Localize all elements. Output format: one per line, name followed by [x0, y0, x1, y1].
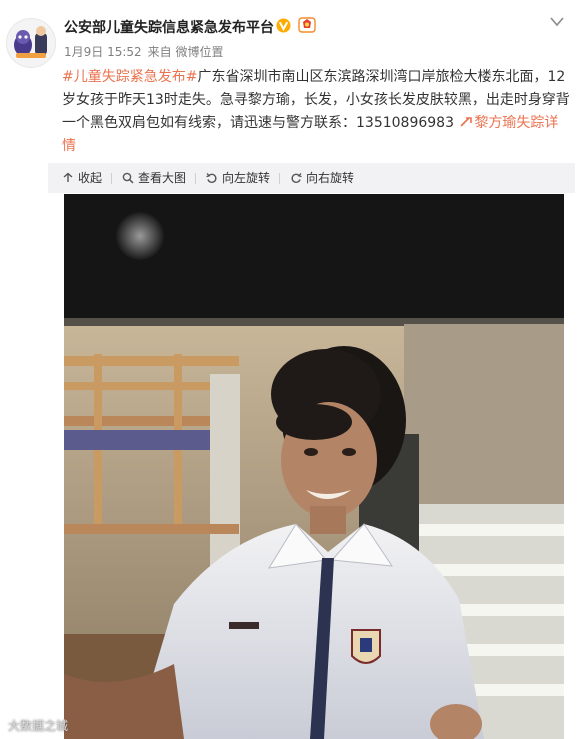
rotate-right-icon [291, 173, 302, 184]
post-text: #儿童失踪紧急发布#广东省深圳市南山区东滨路深圳湾口岸旅检大楼东北面，12岁女孩… [62, 66, 571, 158]
image-toolbar: 收起 查看大图 向左旋转 向右旋转 [48, 163, 575, 193]
post-source[interactable]: 来自 微博位置 [148, 45, 224, 59]
chevron-down-icon[interactable] [547, 15, 567, 29]
view-large-label: 查看大图 [138, 171, 187, 185]
post-meta: 1月9日 15:52 来自 微博位置 [64, 43, 230, 60]
rotate-right-label: 向右旋转 [306, 171, 355, 185]
vip-badge-icon[interactable] [298, 16, 316, 34]
location-pin-icon [460, 117, 473, 127]
account-name[interactable]: 公安部儿童失踪信息紧急发布平台 [64, 17, 274, 37]
view-large-button[interactable]: 查看大图 [122, 163, 186, 193]
toolbar-divider [195, 173, 196, 184]
rotate-right-button[interactable]: 向右旋转 [290, 163, 354, 193]
collapse-button[interactable]: 收起 [62, 163, 102, 193]
verified-badge-icon [276, 18, 291, 33]
toolbar-divider [279, 173, 280, 184]
post-date[interactable]: 1月9日 15:52 [64, 45, 142, 59]
collapse-icon [63, 172, 73, 182]
rotate-left-label: 向左旋转 [222, 171, 271, 185]
collapse-label: 收起 [78, 171, 103, 185]
watermark: 大数据之城 [8, 719, 69, 733]
search-icon [122, 172, 134, 184]
photo-image [64, 194, 564, 739]
rotate-left-button[interactable]: 向左旋转 [206, 163, 270, 193]
post-photo[interactable] [64, 194, 564, 739]
topic-link[interactable]: #儿童失踪紧急发布# [62, 69, 197, 85]
avatar[interactable] [6, 18, 56, 68]
toolbar-divider [111, 173, 112, 184]
avatar-image [7, 19, 55, 67]
rotate-left-icon [206, 173, 217, 184]
